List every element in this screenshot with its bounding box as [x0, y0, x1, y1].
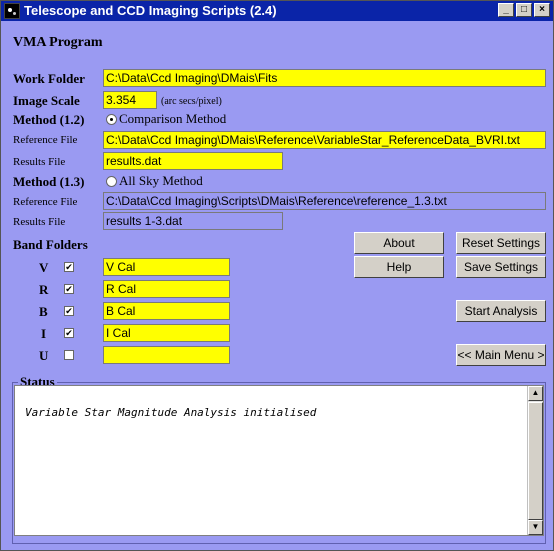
- method-13-label: Method (1.3): [13, 174, 85, 189]
- results-file-input[interactable]: results.dat: [103, 152, 283, 170]
- image-scale-unit: (arc secs/pixel): [161, 96, 222, 107]
- comparison-method-radio[interactable]: [106, 114, 117, 125]
- telescope-app-icon: [4, 3, 20, 19]
- reference-file-input[interactable]: C:\Data\Ccd Imaging\DMais\Reference\Vari…: [103, 131, 546, 149]
- band-b-checkbox[interactable]: ✔: [64, 306, 74, 316]
- band-u-label: U: [39, 348, 49, 363]
- all-sky-method-radio[interactable]: [106, 176, 117, 187]
- work-folder-label: Work Folder: [13, 71, 85, 86]
- reference-file-13-input: C:\Data\Ccd Imaging\Scripts\DMais\Refere…: [103, 192, 546, 210]
- main-menu-button[interactable]: << Main Menu >: [456, 344, 546, 366]
- results-file-label: Results File: [13, 156, 66, 168]
- save-settings-button[interactable]: Save Settings: [456, 256, 546, 278]
- title-bar: Telescope and CCD Imaging Scripts (2.4) …: [1, 1, 553, 21]
- reference-file-label: Reference File: [13, 134, 78, 146]
- band-i-checkbox[interactable]: ✔: [64, 328, 74, 338]
- results-file-13-label: Results File: [13, 216, 66, 228]
- scroll-up-icon[interactable]: ▲: [528, 386, 543, 401]
- band-b-label: B: [39, 304, 48, 319]
- band-b-folder-input[interactable]: B Cal: [103, 302, 230, 320]
- maximize-button[interactable]: □: [516, 3, 532, 17]
- band-r-checkbox[interactable]: ✔: [64, 284, 74, 294]
- minimize-button[interactable]: _: [498, 3, 514, 17]
- program-title: VMA Program: [13, 35, 103, 50]
- status-textarea[interactable]: Variable Star Magnitude Analysis initial…: [14, 385, 544, 536]
- band-i-folder-input[interactable]: I Cal: [103, 324, 230, 342]
- status-message: Variable Star Magnitude Analysis initial…: [25, 406, 317, 419]
- work-folder-input[interactable]: C:\Data\Ccd Imaging\DMais\Fits: [103, 69, 546, 87]
- band-r-label: R: [39, 282, 49, 297]
- close-button[interactable]: ×: [534, 3, 550, 17]
- image-scale-label: Image Scale: [13, 93, 80, 108]
- about-button[interactable]: About: [354, 232, 444, 254]
- window-title: Telescope and CCD Imaging Scripts (2.4): [24, 3, 277, 18]
- band-u-checkbox[interactable]: [64, 350, 74, 360]
- reset-settings-button[interactable]: Reset Settings: [456, 232, 546, 254]
- app-window: Telescope and CCD Imaging Scripts (2.4) …: [0, 0, 554, 551]
- scroll-thumb[interactable]: [528, 402, 543, 520]
- results-file-13-input: results 1-3.dat: [103, 212, 283, 230]
- help-button[interactable]: Help: [354, 256, 444, 278]
- all-sky-method-label[interactable]: All Sky Method: [119, 173, 203, 189]
- reference-file-13-label: Reference File: [13, 196, 78, 208]
- band-folders-label: Band Folders: [13, 237, 88, 252]
- band-v-folder-input[interactable]: V Cal: [103, 258, 230, 276]
- band-r-folder-input[interactable]: R Cal: [103, 280, 230, 298]
- status-scrollbar[interactable]: ▲ ▼: [527, 386, 543, 535]
- start-analysis-button[interactable]: Start Analysis: [456, 300, 546, 322]
- scroll-down-icon[interactable]: ▼: [528, 520, 543, 535]
- band-v-checkbox[interactable]: ✔: [64, 262, 74, 272]
- image-scale-input[interactable]: 3.354: [103, 91, 157, 109]
- method-12-label: Method (1.2): [13, 112, 85, 127]
- comparison-method-label[interactable]: Comparison Method: [119, 111, 226, 127]
- band-v-label: V: [39, 260, 49, 275]
- band-i-label: I: [41, 326, 47, 341]
- band-u-folder-input[interactable]: [103, 346, 230, 364]
